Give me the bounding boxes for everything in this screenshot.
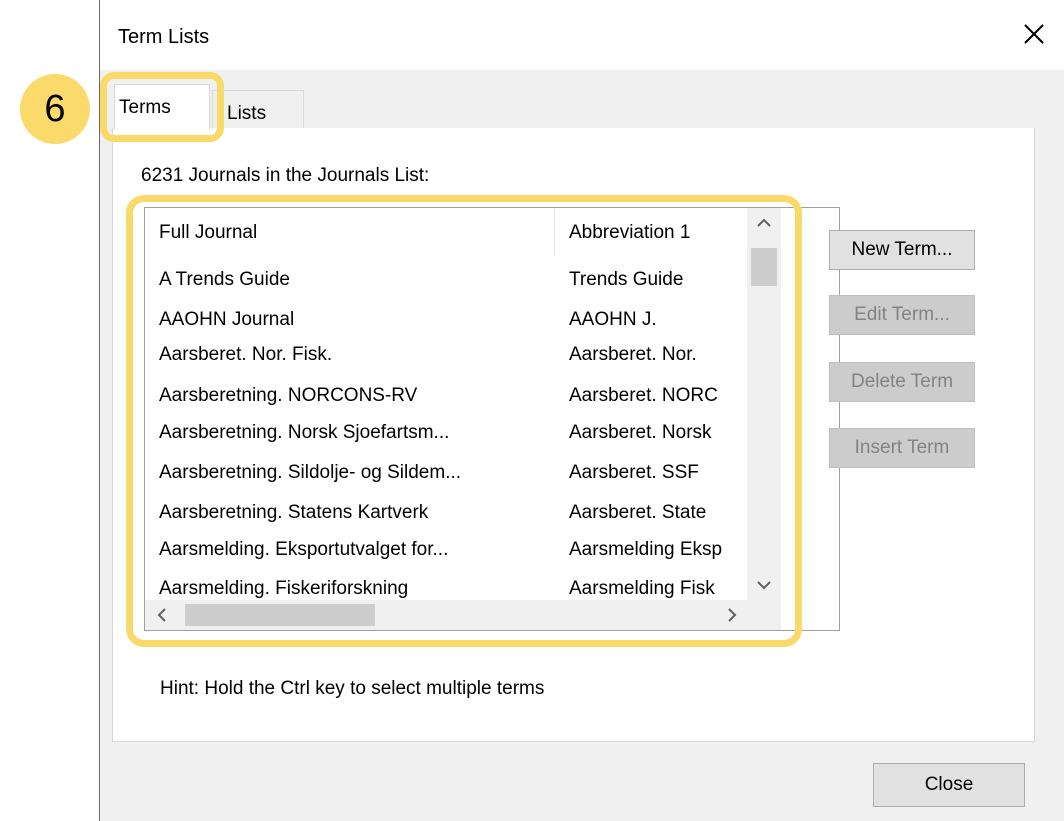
abbreviation-cell: Aarsmelding Eksp (569, 539, 723, 560)
scroll-left-arrow-icon[interactable] (145, 600, 179, 630)
list-item[interactable]: Aarsberetning. Statens Kartverk Aarsbere… (145, 497, 747, 531)
full-journal-cell: Aarsberet. Nor. Fisk. (159, 344, 333, 365)
list-item[interactable]: Aarsmelding. Fiskeriforskning Aarsmeldin… (145, 573, 747, 600)
abbreviation-cell: Aarsberet. Norsk (569, 422, 712, 443)
new-term-button[interactable]: New Term... (829, 230, 975, 270)
column-header-full-journal[interactable]: Full Journal (145, 208, 554, 256)
edit-term-button[interactable]: Edit Term... (829, 295, 975, 335)
scroll-right-arrow-icon[interactable] (715, 600, 749, 630)
scroll-down-arrow-icon[interactable] (747, 570, 781, 600)
journal-count-label: 6231 Journals in the Journals List: (141, 165, 430, 186)
full-journal-cell: Aarsberetning. Norsk Sjoefartsm... (159, 422, 450, 443)
full-journal-cell: A Trends Guide (159, 269, 290, 290)
term-lists-dialog: Term Lists Lists Terms 6231 Journals in … (99, 0, 1064, 821)
horizontal-scrollbar[interactable] (145, 600, 781, 630)
abbreviation-cell: Aarsberet. State (569, 502, 707, 523)
vertical-scrollbar[interactable] (747, 208, 781, 600)
list-item[interactable]: Aarsmelding. Eksportutvalget for... Aars… (145, 534, 747, 568)
abbreviation-cell: Aarsmelding Fisk (569, 578, 715, 599)
tab-terms[interactable]: Terms (114, 84, 210, 130)
list-item[interactable]: Aarsberetning. Norsk Sjoefartsm... Aarsb… (145, 417, 747, 451)
window-title: Term Lists (118, 26, 210, 48)
tab-terms-label: Terms (119, 97, 171, 118)
list-item[interactable]: AAOHN Journal AAOHN J. (145, 304, 747, 338)
vertical-scroll-thumb[interactable] (751, 248, 777, 286)
full-journal-cell: AAOHN Journal (159, 309, 295, 330)
tab-lists[interactable]: Lists (212, 90, 304, 128)
scroll-up-arrow-icon[interactable] (747, 208, 781, 238)
abbreviation-cell: Aarsberet. NORC (569, 385, 718, 406)
close-window-icon[interactable] (1014, 14, 1054, 54)
full-journal-cell: Aarsmelding. Eksportutvalget for... (159, 539, 449, 560)
column-header-label: Full Journal (159, 222, 258, 243)
abbreviation-cell: Trends Guide (569, 269, 684, 290)
abbreviation-cell: Aarsberet. SSF (569, 462, 699, 483)
column-header-abbreviation-1[interactable]: Abbreviation 1 (555, 208, 747, 256)
step-number-badge: 6 (20, 74, 90, 144)
list-item[interactable]: Aarsberetning. NORCONS-RV Aarsberet. NOR… (145, 380, 747, 414)
hint-text: Hint: Hold the Ctrl key to select multip… (160, 678, 545, 699)
insert-term-button[interactable]: Insert Term (829, 428, 975, 468)
full-journal-cell: Aarsberetning. NORCONS-RV (159, 385, 418, 406)
scrollbar-corner (747, 600, 781, 630)
abbreviation-cell: AAOHN J. (569, 309, 657, 330)
delete-term-button[interactable]: Delete Term (829, 362, 975, 402)
tab-lists-label: Lists (227, 103, 267, 124)
abbreviation-cell: Aarsberet. Nor. (569, 344, 697, 365)
title-bar: Term Lists (100, 0, 1064, 70)
horizontal-scroll-thumb[interactable] (185, 604, 375, 626)
full-journal-cell: Aarsberetning. Sildolje- og Sildem... (159, 462, 462, 483)
list-item[interactable]: Aarsberetning. Sildolje- og Sildem... Aa… (145, 457, 747, 491)
full-journal-cell: Aarsmelding. Fiskeriforskning (159, 578, 409, 599)
full-journal-cell: Aarsberetning. Statens Kartverk (159, 502, 429, 523)
close-button[interactable]: Close (873, 763, 1025, 807)
column-header-label: Abbreviation 1 (569, 222, 691, 243)
journals-list[interactable]: Full Journal Abbreviation 1 A Trends Gui… (144, 207, 840, 631)
list-item[interactable]: Aarsberet. Nor. Fisk. Aarsberet. Nor. (145, 339, 747, 373)
list-item[interactable]: A Trends Guide Trends Guide (145, 264, 747, 298)
